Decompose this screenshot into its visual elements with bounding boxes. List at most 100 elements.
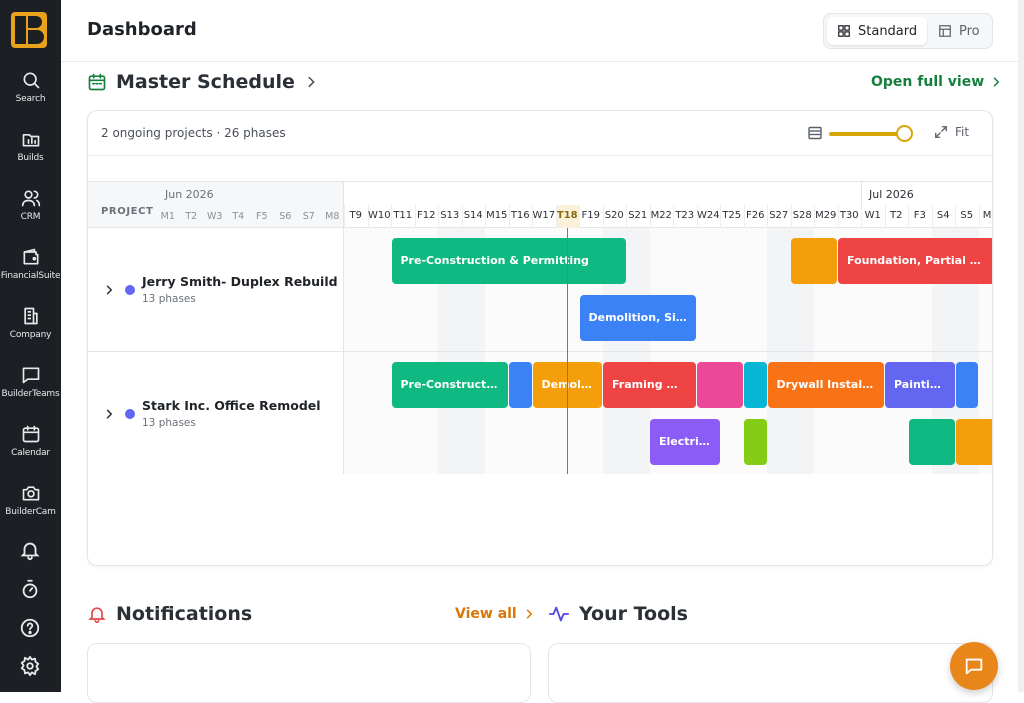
timer-icon xyxy=(22,579,38,599)
master-schedule-header[interactable]: Master Schedule xyxy=(87,71,318,93)
day-label: F3 xyxy=(913,210,926,221)
users-icon xyxy=(21,190,40,207)
project-row[interactable]: Stark Inc. Office Remodel 13 phases xyxy=(88,352,344,475)
project-column-header: Jun 2026 PROJECT M1 T2 W3 T4 F5 S6 S7 M8 xyxy=(88,182,344,228)
sidebar-item-builds[interactable]: Builds xyxy=(0,129,61,181)
wallet-icon xyxy=(23,248,39,265)
gantt-chart: Jun 2026 PROJECT M1 T2 W3 T4 F5 S6 S7 M8 Jul 20… xyxy=(88,181,992,475)
project-timeline-track: Pre-Construction & Permitting Foundation,… xyxy=(344,228,992,352)
builder-logo[interactable] xyxy=(11,12,47,48)
project-timeline-track: Pre-Construction & PermittingDemolitionF… xyxy=(344,352,992,475)
month-label: Jul 2026 xyxy=(869,188,914,201)
calendar-icon xyxy=(88,73,106,91)
sidebar-item-builder-cam[interactable]: BuilderCam xyxy=(0,483,61,535)
phase-bar[interactable]: Electrical Rough-In xyxy=(650,419,720,465)
day-label: W1 xyxy=(864,210,881,221)
phase-bar[interactable] xyxy=(744,362,767,408)
schedule-toolbar: 2 ongoing projects · 26 phases Fit xyxy=(88,111,992,156)
phase-bar[interactable] xyxy=(908,419,955,465)
open-full-view-link[interactable]: Open full view xyxy=(871,74,1002,90)
list-icon[interactable] xyxy=(807,125,823,141)
day-label: F12 xyxy=(417,210,436,221)
day-label: T11 xyxy=(393,210,413,221)
phase-bar[interactable]: Pre-Construction & Permitting xyxy=(391,362,508,408)
help-nav-button[interactable] xyxy=(19,617,41,639)
day-label: S6 xyxy=(279,211,292,222)
sidebar-item-crm[interactable]: CRM xyxy=(0,188,61,240)
chevron-right-icon[interactable] xyxy=(103,408,115,420)
sidebar-item-financial-suite[interactable]: FinancialSuite xyxy=(0,247,61,299)
day-label: S21 xyxy=(628,210,648,221)
phase-bar[interactable] xyxy=(744,419,767,465)
page-title: Dashboard xyxy=(87,19,197,40)
chevron-right-icon[interactable] xyxy=(103,284,115,296)
fit-button[interactable]: Fit xyxy=(934,125,969,139)
pro-mode-label: Pro xyxy=(959,23,980,39)
day-label: S5 xyxy=(960,210,974,221)
phase-bar[interactable]: Pre-Construction & Permitting xyxy=(391,238,626,284)
section-title: Your Tools xyxy=(579,603,688,625)
sidebar-item-label: Calendar xyxy=(11,448,50,458)
settings-icon xyxy=(20,655,40,677)
phase-bar[interactable]: Demolition, Site Prep xyxy=(579,295,696,341)
chat-support-button[interactable] xyxy=(950,642,998,690)
day-label: M15 xyxy=(486,210,508,221)
notifications-nav-button[interactable] xyxy=(19,539,41,561)
month-label: Jun 2026 xyxy=(165,188,214,201)
day-label: M8 xyxy=(325,211,340,222)
project-row[interactable]: Jerry Smith- Duplex Rebuild 13 phases xyxy=(88,228,344,352)
sidebar-item-label: Company xyxy=(9,330,52,340)
phase-bar[interactable] xyxy=(697,362,743,408)
chat-icon xyxy=(965,658,983,675)
day-label: M29 xyxy=(815,210,837,221)
schedule-empty-area xyxy=(88,474,992,565)
project-name: Stark Inc. Office Remodel xyxy=(142,398,321,413)
sidebar-item-label: BuilderTeams xyxy=(1,389,60,399)
layout-icon xyxy=(939,25,951,37)
phase-bar[interactable] xyxy=(509,362,532,408)
page-scrollbar[interactable] xyxy=(1018,0,1024,692)
day-label: S14 xyxy=(463,210,483,221)
month-divider xyxy=(861,182,862,205)
chevron-right-icon xyxy=(526,609,533,619)
section-title: Notifications xyxy=(116,603,253,625)
sidebar-item-label: Builds xyxy=(17,153,44,163)
settings-nav-button[interactable] xyxy=(19,655,41,677)
open-full-view-label: Open full view xyxy=(871,74,985,90)
phase-bar[interactable] xyxy=(955,362,978,408)
pro-mode-button[interactable]: Pro xyxy=(928,17,990,45)
search-icon xyxy=(23,72,39,89)
your-tools-header: Your Tools xyxy=(548,603,688,625)
project-status-dot xyxy=(125,409,135,419)
day-label: T9 xyxy=(349,210,362,221)
day-label: T25 xyxy=(722,210,742,221)
zoom-slider-track[interactable] xyxy=(829,132,905,136)
phase-bar[interactable]: Foundation, Partial Slab Integration xyxy=(838,238,992,284)
view-mode-toggle: Standard Pro xyxy=(823,13,993,49)
day-label: T16 xyxy=(510,210,530,221)
phase-bar[interactable]: Framing & Doors xyxy=(603,362,696,408)
day-label: S13 xyxy=(440,210,460,221)
sidebar-item-company[interactable]: Company xyxy=(0,306,61,358)
standard-mode-button[interactable]: Standard xyxy=(827,17,928,45)
sidebar-item-calendar[interactable]: Calendar xyxy=(0,424,61,476)
sidebar-item-search[interactable]: Search xyxy=(0,70,61,122)
view-all-notifications-link[interactable]: View all xyxy=(455,606,535,622)
day-label: W17 xyxy=(532,210,556,221)
building-icon xyxy=(23,307,38,325)
sidebar-item-label: Search xyxy=(15,94,46,104)
phase-bar[interactable]: Drywall Installation xyxy=(767,362,884,408)
notifications-header: Notifications xyxy=(87,603,252,625)
project-column-label: PROJECT xyxy=(101,206,154,217)
expand-icon xyxy=(935,126,947,138)
day-label: S4 xyxy=(936,210,950,221)
phase-bar[interactable] xyxy=(955,419,992,465)
phase-bar[interactable]: Painting & Finishes xyxy=(885,362,955,408)
zoom-slider-thumb[interactable] xyxy=(896,125,913,142)
phase-bar[interactable] xyxy=(791,238,837,284)
sidebar-item-builder-teams[interactable]: BuilderTeams xyxy=(0,365,61,417)
timer-nav-button[interactable] xyxy=(19,578,41,600)
schedule-summary: 2 ongoing projects · 26 phases xyxy=(101,126,286,140)
master-schedule-card: 2 ongoing projects · 26 phases Fit Jun 2… xyxy=(87,110,993,566)
day-label: T2 xyxy=(890,210,903,221)
